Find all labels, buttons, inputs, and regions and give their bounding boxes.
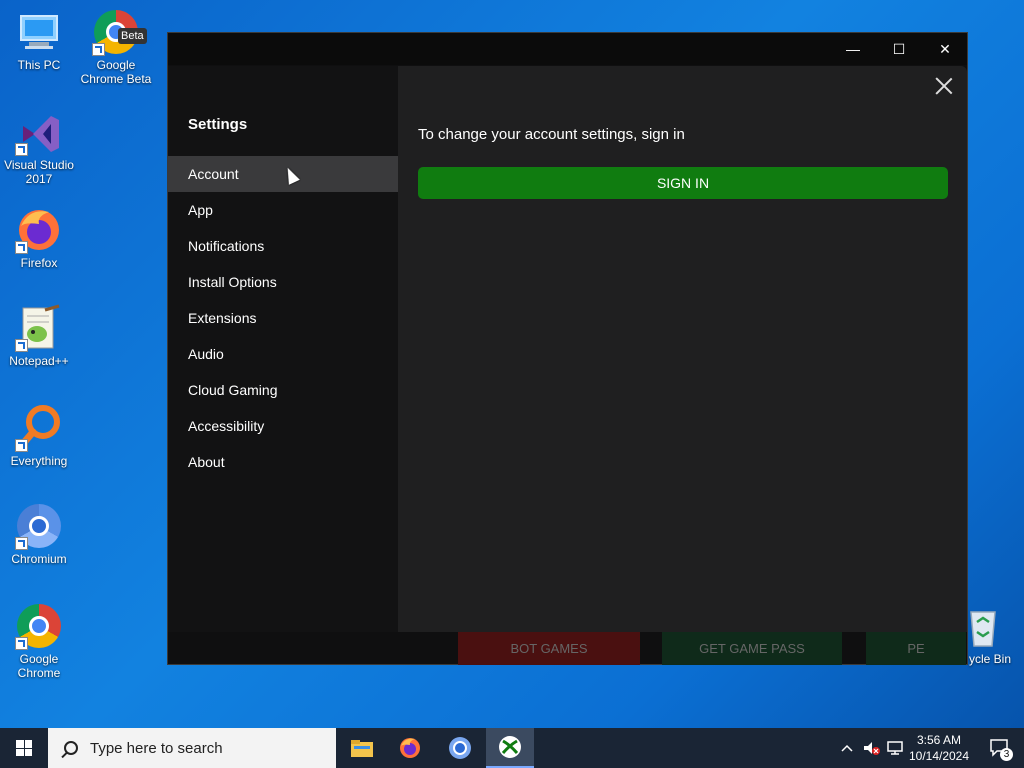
desktop-icon-chromium[interactable]: Chromium xyxy=(2,502,76,566)
window-titlebar[interactable]: — ☐ ✕ xyxy=(168,33,967,65)
shortcut-arrow-icon xyxy=(92,43,105,56)
shortcut-arrow-icon xyxy=(15,537,28,550)
maximize-button[interactable]: ☐ xyxy=(876,33,922,65)
shortcut-arrow-icon xyxy=(15,339,28,352)
nav-item-about[interactable]: About xyxy=(168,444,398,480)
taskbar-search[interactable]: Type here to search xyxy=(48,728,336,768)
nav-item-audio[interactable]: Audio xyxy=(168,336,398,372)
close-window-button[interactable]: ✕ xyxy=(922,33,968,65)
desktop-icon-notepad-plus-plus[interactable]: Notepad++ xyxy=(2,304,76,368)
background-tile-bot-games: BOT GAMES xyxy=(458,631,640,665)
file-explorer-icon xyxy=(351,740,373,757)
show-hidden-icons-button[interactable] xyxy=(838,728,856,768)
desktop-icon-label: Firefox xyxy=(20,256,58,270)
desktop-icon-label: Notepad++ xyxy=(9,354,69,368)
nav-item-cloud-gaming[interactable]: Cloud Gaming xyxy=(168,372,398,408)
close-icon[interactable] xyxy=(933,75,955,97)
volume-button[interactable] xyxy=(860,728,882,768)
nav-item-install-options[interactable]: Install Options xyxy=(168,264,398,300)
xbox-icon xyxy=(499,736,521,758)
desktop-icon-label: Chromium xyxy=(11,552,67,566)
settings-content: To change your account settings, sign in… xyxy=(398,66,967,632)
settings-sidebar: Settings Account App Notifications Insta… xyxy=(168,66,398,632)
clock-time: 3:56 AM xyxy=(916,733,962,747)
start-button[interactable] xyxy=(0,728,48,768)
notepad-plus-plus-icon xyxy=(15,304,63,352)
chromium-icon xyxy=(449,737,471,759)
desktop-icon-label: Google Chrome Beta xyxy=(80,58,152,86)
notification-count-badge: 3 xyxy=(1000,748,1013,761)
taskbar-file-explorer[interactable] xyxy=(338,728,386,768)
taskbar-firefox[interactable] xyxy=(386,728,434,768)
taskbar-chromium[interactable] xyxy=(436,728,484,768)
taskbar-xbox[interactable] xyxy=(486,728,534,768)
nav-item-notifications[interactable]: Notifications xyxy=(168,228,398,264)
desktop-icon-label: Visual Studio 2017 xyxy=(4,158,74,186)
nav-item-accessibility[interactable]: Accessibility xyxy=(168,408,398,444)
search-icon xyxy=(64,741,78,755)
background-tile-other: PE xyxy=(866,631,966,665)
taskbar-clock[interactable]: 3:56 AM 10/14/2024 xyxy=(900,732,978,764)
nav-item-extensions[interactable]: Extensions xyxy=(168,300,398,336)
this-pc-icon xyxy=(15,8,63,56)
desktop-icon-google-chrome[interactable]: Google Chrome xyxy=(2,602,76,680)
desktop-icon-label: This PC xyxy=(17,58,61,72)
account-signin-message: To change your account settings, sign in xyxy=(418,126,685,143)
shortcut-arrow-icon xyxy=(15,241,28,254)
xbox-app-window: — ☐ ✕ BOT GAMES GET GAME PASS PE Setting… xyxy=(167,32,968,665)
chrome-icon xyxy=(15,602,63,650)
everything-search-icon xyxy=(15,404,63,452)
shortcut-arrow-icon xyxy=(15,143,28,156)
taskbar: Type here to search 3:56 AM 10/14/2024 3 xyxy=(0,728,1024,768)
desktop-icon-firefox[interactable]: Firefox xyxy=(2,206,76,270)
shortcut-arrow-icon xyxy=(15,439,28,452)
desktop-icon-this-pc[interactable]: This PC xyxy=(2,8,76,72)
settings-dialog: Settings Account App Notifications Insta… xyxy=(168,66,967,632)
minimize-button[interactable]: — xyxy=(830,33,876,65)
search-placeholder: Type here to search xyxy=(90,739,223,757)
desktop-icon-visual-studio[interactable]: Visual Studio 2017 xyxy=(2,108,76,186)
chevron-up-icon xyxy=(841,744,853,752)
action-center-button[interactable]: 3 xyxy=(980,728,1020,768)
desktop-icon-chrome-beta[interactable]: Beta Google Chrome Beta xyxy=(79,8,153,86)
beta-badge: Beta xyxy=(118,28,147,44)
desktop-icon-label: Everything xyxy=(10,454,68,468)
nav-item-app[interactable]: App xyxy=(168,192,398,228)
chrome-beta-icon: Beta xyxy=(92,8,147,56)
desktop-icon-everything[interactable]: Everything xyxy=(2,404,76,468)
firefox-icon xyxy=(400,738,420,758)
shortcut-arrow-icon xyxy=(15,637,28,650)
firefox-icon xyxy=(15,206,63,254)
clock-date: 10/14/2024 xyxy=(908,749,970,763)
windows-logo-icon xyxy=(16,740,32,756)
visual-studio-icon xyxy=(15,108,63,156)
desktop-icon-label: Google Chrome xyxy=(17,652,61,680)
background-tile-game-pass: GET GAME PASS xyxy=(662,631,842,665)
chromium-icon xyxy=(15,502,63,550)
volume-muted-icon xyxy=(864,742,880,755)
settings-title: Settings xyxy=(188,116,248,133)
sign-in-button[interactable]: SIGN IN xyxy=(418,167,948,199)
